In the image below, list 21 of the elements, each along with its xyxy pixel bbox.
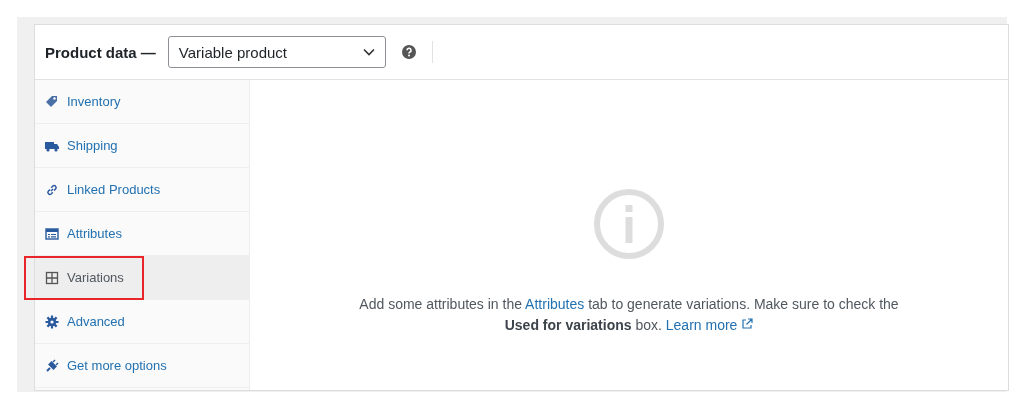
- sidebar-tab[interactable]: Get more options: [35, 344, 249, 388]
- grid-icon: [45, 270, 59, 285]
- notice-text: Add some attributes in the Attributes tab to generate variations. Make sure to check the Used for variations box. Learn more: [358, 295, 900, 335]
- sidebar-tab[interactable]: Linked Products: [35, 168, 249, 212]
- sidebar-tab[interactable]: Advanced: [35, 300, 249, 344]
- gear-icon: [45, 314, 59, 329]
- text-link[interactable]: Attributes: [525, 296, 585, 312]
- panel-title: Product data —: [45, 43, 156, 61]
- tag-icon: [45, 94, 59, 109]
- link-icon: [45, 182, 59, 197]
- caret-icon: [362, 48, 375, 56]
- text-link[interactable]: Learn more: [665, 317, 754, 333]
- list-icon: [45, 226, 59, 241]
- sidebar-tab[interactable]: Shipping: [35, 124, 249, 168]
- external-link-icon: [741, 318, 754, 330]
- sidebar-tab[interactable]: Inventory: [35, 80, 249, 124]
- sidebar-tab[interactable]: Variations: [35, 256, 249, 300]
- product-type-select[interactable]: Variable product: [167, 36, 386, 68]
- plug-icon: [45, 358, 59, 373]
- info-icon: [593, 188, 665, 260]
- help-icon[interactable]: [401, 45, 416, 59]
